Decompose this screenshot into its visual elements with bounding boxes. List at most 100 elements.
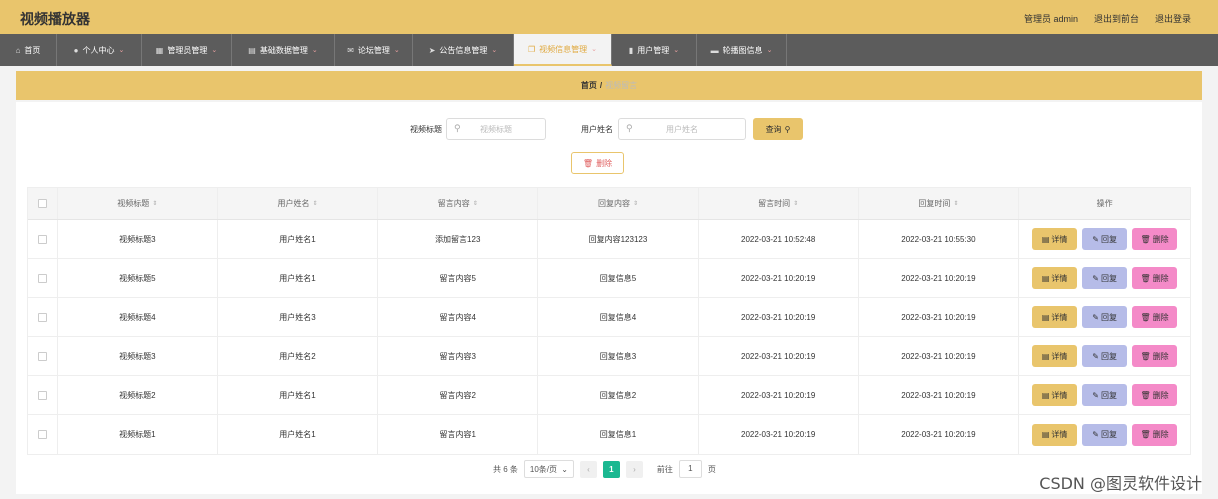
nav-item-4[interactable]: ✉ 论坛管理 ⌄	[335, 34, 413, 66]
mail-icon: ✉	[347, 45, 354, 55]
delete-button[interactable]: 🗑︎ 删除	[1132, 228, 1178, 250]
nav-item-label: 轮播图信息	[722, 45, 763, 55]
send-icon: ➤	[428, 45, 436, 55]
detail-button[interactable]: ▤ 详情	[1032, 228, 1078, 250]
row-checkbox[interactable]	[37, 312, 47, 322]
page-size-select[interactable]: 10条/页 ⌄	[523, 460, 574, 478]
table-cell: 用户姓名1	[218, 259, 379, 297]
sort-icon[interactable]: ⇕	[152, 200, 157, 207]
next-page-button[interactable]: ›	[625, 460, 643, 478]
table-row: 视频标题5 用户姓名1 留言内容5 回复信息5 2022-03-21 10:20:19 2…	[28, 259, 1190, 298]
nav-item-label: 视频信息管理	[539, 44, 588, 54]
admin-label: 管理员 admin	[1023, 14, 1078, 24]
column-header[interactable]: 回复内容 ⇕	[538, 188, 699, 219]
table-body: 视频标题3 用户姓名1 添加留言123 回复内容123123 2022-03-21 10…	[28, 220, 1190, 454]
detail-button[interactable]: ▤ 详情	[1032, 306, 1078, 328]
bulk-delete-button[interactable]: 🗑︎ 删除	[571, 152, 624, 174]
search-user-input[interactable]: ⚲ 用户姓名	[618, 118, 746, 140]
row-actions: ▤ 详情 ✎ 回复 🗑︎ 删除	[1019, 259, 1190, 297]
column-header-label: 操作	[1096, 199, 1113, 208]
delete-button[interactable]: 🗑︎ 删除	[1132, 306, 1178, 328]
chevron-down-icon: ⌄	[491, 47, 498, 54]
header-checkbox-cell	[28, 188, 58, 219]
breadcrumb-home[interactable]: 首页	[581, 81, 597, 90]
trash-icon: 🗑︎	[582, 158, 594, 168]
column-header[interactable]: 回复时间 ⇕	[859, 188, 1020, 219]
detail-button[interactable]: ▤ 详情	[1032, 423, 1078, 446]
chevron-down-icon: ⌄	[311, 47, 318, 54]
detail-button[interactable]: ▤ 详情	[1032, 384, 1078, 406]
table-row: 视频标题1 用户姓名1 留言内容1 回复信息1 2022-03-21 10:20:19 2…	[28, 415, 1190, 454]
bulk-delete-label: 删除	[596, 158, 613, 168]
query-button[interactable]: 查询 ⚲	[753, 118, 803, 140]
nav-item-2[interactable]: ▦ 管理员管理 ⌄	[142, 34, 232, 66]
home-icon: ⌂	[15, 45, 21, 55]
sort-icon[interactable]: ⇕	[793, 200, 798, 207]
select-all-checkbox[interactable]	[37, 199, 47, 208]
goto-page-input[interactable]: 1	[678, 460, 702, 478]
column-header[interactable]: 用户姓名 ⇕	[218, 188, 379, 219]
table-cell: 留言内容1	[378, 415, 539, 454]
search-title-label: 视频标题	[410, 125, 442, 134]
row-checkbox[interactable]	[37, 273, 47, 283]
breadcrumb-separator: /	[599, 81, 603, 90]
table-cell: 2022-03-21 10:20:19	[699, 298, 859, 336]
column-header[interactable]: 视频标题 ⇕	[58, 188, 218, 219]
reply-button[interactable]: ✎ 回复	[1082, 384, 1128, 406]
reply-button[interactable]: ✎ 回复	[1082, 345, 1128, 367]
query-button-label: 查询	[765, 124, 782, 134]
logout-link[interactable]: 退出登录	[1155, 12, 1191, 25]
search-title-input[interactable]: ⚲ 视频标题	[446, 118, 546, 140]
prev-page-button[interactable]: ‹	[579, 460, 597, 478]
reply-button[interactable]: ✎ 回复	[1082, 267, 1128, 289]
reply-button-label: 回复	[1100, 234, 1117, 244]
table-cell: 留言内容3	[378, 337, 539, 375]
delete-button-label: 删除	[1152, 312, 1169, 322]
table-cell: 回复信息5	[538, 259, 699, 297]
row-checkbox[interactable]	[37, 351, 47, 361]
trash-icon: 🗑︎	[1140, 312, 1151, 322]
nav-item-6[interactable]: ❐ 视频信息管理 ⌄	[514, 34, 612, 66]
column-header[interactable]: 留言时间 ⇕	[699, 188, 859, 219]
table-row: 视频标题2 用户姓名1 留言内容2 回复信息2 2022-03-21 10:20:19 2…	[28, 376, 1190, 415]
detail-button[interactable]: ▤ 详情	[1032, 267, 1078, 289]
sort-icon[interactable]: ⇕	[313, 200, 318, 207]
trash-icon: 🗑︎	[1140, 430, 1151, 439]
front-link[interactable]: 退出到前台	[1094, 12, 1139, 25]
reply-button[interactable]: ✎ 回复	[1082, 306, 1128, 328]
sort-icon[interactable]: ⇕	[633, 200, 638, 207]
delete-button[interactable]: 🗑︎ 删除	[1132, 345, 1178, 367]
sort-icon[interactable]: ⇕	[473, 200, 478, 207]
column-header[interactable]: 留言内容 ⇕	[378, 188, 539, 219]
nav-item-label: 公告信息管理	[439, 45, 488, 55]
nav-item-3[interactable]: ▤ 基础数据管理 ⌄	[232, 34, 335, 66]
current-page-button[interactable]: 1	[602, 460, 620, 478]
table-cell: 回复信息4	[538, 298, 699, 336]
car-icon: ▬	[710, 45, 719, 55]
row-checkbox[interactable]	[37, 234, 47, 244]
nav-item-1[interactable]: ● 个人中心 ⌄	[57, 34, 142, 66]
delete-button[interactable]: 🗑︎ 删除	[1132, 267, 1178, 289]
delete-button[interactable]: 🗑︎ 删除	[1132, 384, 1178, 406]
nav-item-0[interactable]: ⌂ 首页	[0, 34, 57, 66]
delete-button-label: 删除	[1152, 390, 1169, 400]
search-title-placeholder: 视频标题	[480, 125, 512, 134]
row-checkbox[interactable]	[37, 430, 47, 439]
sort-icon[interactable]: ⇕	[953, 200, 958, 207]
grid-icon: ▦	[155, 45, 164, 55]
detail-button[interactable]: ▤ 详情	[1032, 345, 1078, 367]
pagination-total: 共 6 条	[493, 464, 518, 474]
page-size-value: 10条/页	[529, 464, 558, 474]
table-cell: 视频标题2	[58, 376, 218, 414]
nav-item-7[interactable]: ▮ 用户管理 ⌄	[612, 34, 697, 66]
reply-button[interactable]: ✎ 回复	[1082, 423, 1128, 446]
nav-item-8[interactable]: ▬ 轮播图信息 ⌄	[697, 34, 787, 66]
nav-item-5[interactable]: ➤ 公告信息管理 ⌄	[413, 34, 514, 66]
breadcrumb: 首页 / 视频留言	[16, 71, 1202, 100]
reply-button[interactable]: ✎ 回复	[1082, 228, 1128, 250]
search-user-label: 用户姓名	[581, 125, 613, 134]
content-card: 视频标题 ⚲ 视频标题 用户姓名 ⚲ 用户姓名 查询 ⚲ 🗑︎ 删除 视频标题 ⇕…	[16, 102, 1202, 494]
row-checkbox[interactable]	[37, 390, 47, 400]
delete-button[interactable]: 🗑︎ 删除	[1132, 423, 1178, 446]
file-icon: ▤	[1041, 390, 1050, 400]
